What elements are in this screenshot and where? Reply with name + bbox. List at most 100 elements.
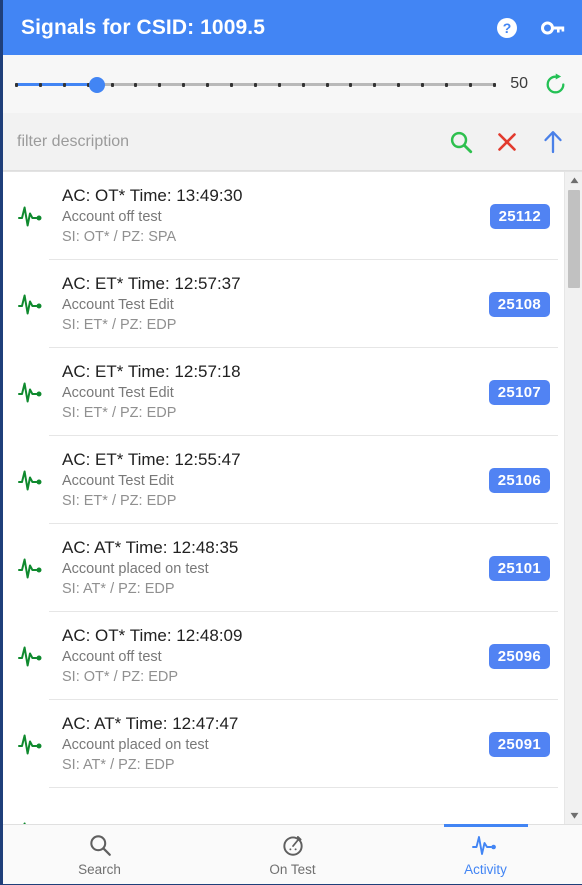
slider-tick bbox=[468, 82, 472, 87]
signal-list-item[interactable]: AC: AT* Time: 12:47:47 Account placed on … bbox=[3, 700, 564, 788]
signal-list-item[interactable]: AC: AT* Time: 12:41:45 bbox=[3, 788, 564, 824]
help-circle-icon[interactable]: ? bbox=[492, 13, 522, 43]
signal-count-slider-row: 50 bbox=[3, 55, 582, 113]
header-actions: ? bbox=[492, 13, 568, 43]
nav-item-activity[interactable]: Activity bbox=[389, 824, 582, 884]
filter-bar bbox=[3, 113, 582, 171]
slider-tick bbox=[349, 82, 353, 87]
signal-item-meta: SI: OT* / PZ: EDP bbox=[62, 669, 179, 685]
signal-item-subtitle: Account Test Edit bbox=[62, 473, 174, 489]
pulse-waveform-icon bbox=[15, 379, 49, 405]
slider-tick bbox=[182, 82, 186, 87]
pulse-waveform-icon bbox=[15, 819, 49, 824]
nav-label-search: Search bbox=[78, 862, 121, 877]
signal-list-item[interactable]: AC: OT* Time: 12:48:09 Account off test SI… bbox=[3, 612, 564, 700]
pulse-waveform-icon bbox=[15, 203, 49, 229]
signal-item-title: AC: AT* Time: 12:48:35 bbox=[62, 538, 239, 557]
page-title: Signals for CSID: 1009.5 bbox=[21, 15, 265, 39]
signal-item-subtitle: Account Test Edit bbox=[62, 385, 174, 401]
slider-tick bbox=[373, 82, 377, 87]
slider-tick bbox=[158, 82, 162, 87]
svg-text:?: ? bbox=[503, 20, 512, 36]
signals-list-area: AC: OT* Time: 13:49:30 Account off test SI… bbox=[3, 171, 582, 824]
signal-id-badge: 25096 bbox=[488, 643, 550, 669]
signal-count-slider[interactable] bbox=[15, 72, 496, 96]
close-x-icon[interactable] bbox=[492, 127, 522, 157]
signal-item-subtitle: Account placed on test bbox=[62, 737, 209, 753]
signal-item-subtitle: Account Test Edit bbox=[62, 297, 174, 313]
signal-item-meta: SI: OT* / PZ: SPA bbox=[62, 229, 177, 245]
slider-ticks bbox=[15, 82, 496, 87]
key-icon[interactable] bbox=[538, 13, 568, 43]
signal-list-item[interactable]: AC: AT* Time: 12:48:35 Account placed on … bbox=[3, 524, 564, 612]
signal-list-item[interactable]: AC: ET* Time: 12:55:47 Account Test Edit S… bbox=[3, 436, 564, 524]
signal-item-text: AC: ET* Time: 12:57:37 Account Test Edit S… bbox=[49, 273, 489, 335]
signal-item-text: AC: OT* Time: 12:48:09 Account off test SI… bbox=[49, 625, 489, 687]
refresh-icon[interactable] bbox=[540, 69, 570, 99]
pulse-waveform-icon bbox=[15, 555, 49, 581]
signal-id-badge: 25091 bbox=[488, 731, 550, 757]
slider-tick bbox=[62, 82, 66, 87]
slider-tick bbox=[230, 82, 234, 87]
slider-tick bbox=[134, 82, 138, 87]
signal-item-meta: SI: ET* / PZ: EDP bbox=[62, 317, 177, 333]
search-icon[interactable] bbox=[446, 127, 476, 157]
signal-id-badge: 25108 bbox=[488, 291, 550, 317]
signal-item-subtitle: Account off test bbox=[62, 209, 162, 225]
stopwatch-icon bbox=[282, 836, 303, 856]
slider-tick bbox=[15, 82, 18, 87]
nav-label-on-test: On Test bbox=[269, 862, 316, 877]
signal-item-text: AC: OT* Time: 13:49:30 Account off test SI… bbox=[49, 185, 490, 247]
pulse-waveform-icon bbox=[15, 467, 49, 493]
scrollbar-thumb[interactable] bbox=[568, 190, 580, 288]
nav-item-search[interactable]: Search bbox=[3, 825, 196, 884]
signal-item-meta: SI: AT* / PZ: EDP bbox=[62, 581, 175, 597]
signal-list-item[interactable]: AC: OT* Time: 13:49:30 Account off test SI… bbox=[3, 172, 564, 260]
slider-tick bbox=[110, 82, 114, 87]
pulse-waveform-icon bbox=[15, 291, 49, 317]
slider-tick bbox=[445, 82, 449, 87]
pulse-waveform-icon bbox=[471, 836, 496, 855]
scroll-down-arrow-icon[interactable] bbox=[565, 807, 582, 824]
filter-description-input[interactable] bbox=[17, 128, 446, 155]
signal-list-item[interactable]: AC: ET* Time: 12:57:18 Account Test Edit S… bbox=[3, 348, 564, 436]
signal-item-title: AC: OT* Time: 12:48:09 bbox=[62, 626, 243, 645]
active-tab-indicator bbox=[443, 824, 528, 827]
slider-thumb[interactable] bbox=[88, 77, 105, 93]
signal-item-title: AC: AT* Time: 12:47:47 bbox=[62, 714, 239, 733]
app-header: Signals for CSID: 1009.5 ? bbox=[3, 0, 582, 55]
signals-list[interactable]: AC: OT* Time: 13:49:30 Account off test SI… bbox=[3, 172, 564, 824]
signal-item-meta: SI: ET* / PZ: EDP bbox=[62, 405, 177, 421]
signal-item-meta: SI: AT* / PZ: EDP bbox=[62, 757, 175, 773]
signals-window: Signals for CSID: 1009.5 ? 50 filter des… bbox=[0, 0, 582, 885]
slider-value-label: 50 bbox=[510, 75, 528, 92]
slider-tick bbox=[277, 82, 281, 87]
slider-tick bbox=[421, 82, 425, 87]
signal-item-text: AC: AT* Time: 12:48:35 Account placed on … bbox=[49, 537, 489, 599]
signal-item-text: AC: ET* Time: 12:57:18 Account Test Edit S… bbox=[49, 361, 489, 423]
search-icon bbox=[89, 835, 111, 856]
pulse-waveform-icon bbox=[15, 643, 49, 669]
signal-item-text: AC: AT* Time: 12:47:47 Account placed on … bbox=[49, 713, 489, 775]
signal-id-badge: 25101 bbox=[488, 555, 550, 581]
signal-id-badge: 25112 bbox=[489, 203, 550, 229]
signal-item-title: AC: ET* Time: 12:55:47 bbox=[62, 450, 241, 469]
filter-actions bbox=[446, 127, 568, 157]
arrow-up-icon[interactable] bbox=[538, 127, 568, 157]
signal-item-text: AC: ET* Time: 12:55:47 Account Test Edit S… bbox=[49, 449, 489, 511]
signal-item-title: AC: OT* Time: 13:49:30 bbox=[62, 186, 243, 205]
nav-label-activity: Activity bbox=[464, 862, 507, 877]
slider-tick bbox=[206, 82, 210, 87]
nav-item-on-test[interactable]: On Test bbox=[196, 825, 389, 884]
signal-id-badge: 25107 bbox=[488, 379, 550, 405]
signal-item-subtitle: Account placed on test bbox=[62, 561, 209, 577]
bottom-navigation: Search On Test Activity bbox=[3, 824, 582, 884]
scroll-up-arrow-icon[interactable] bbox=[565, 172, 582, 189]
signal-list-item[interactable]: AC: ET* Time: 12:57:37 Account Test Edit S… bbox=[3, 260, 564, 348]
signal-item-subtitle: Account off test bbox=[62, 649, 162, 665]
list-scrollbar[interactable] bbox=[564, 172, 582, 824]
slider-tick bbox=[397, 82, 401, 87]
signal-item-title: AC: ET* Time: 12:57:18 bbox=[62, 362, 241, 381]
slider-tick bbox=[325, 82, 329, 87]
signal-item-meta: SI: ET* / PZ: EDP bbox=[62, 493, 177, 509]
